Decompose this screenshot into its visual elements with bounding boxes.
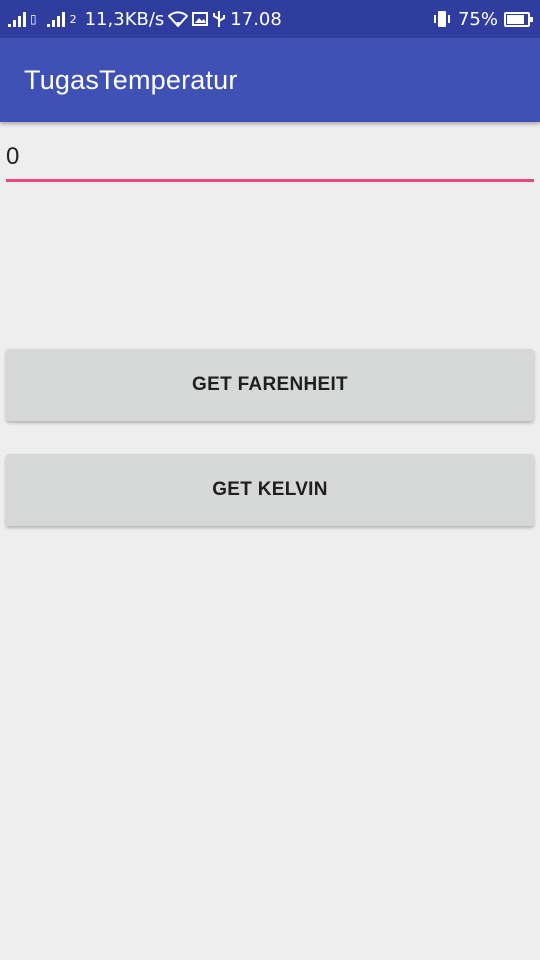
signal-icon xyxy=(46,11,65,27)
battery-icon xyxy=(504,11,533,27)
usb-icon xyxy=(212,10,226,28)
sim-number: 2 xyxy=(69,12,77,26)
temperature-input-container xyxy=(6,130,534,182)
get-kelvin-button[interactable]: GET KELVIN xyxy=(6,454,534,526)
status-bar: ▯ 2 11,3KB/s 17.08 75% xyxy=(0,0,540,38)
battery-percent: 75% xyxy=(457,8,498,30)
get-farenheit-button[interactable]: GET FARENHEIT xyxy=(6,349,534,421)
app-title: TugasTemperatur xyxy=(24,64,238,95)
vibrate-icon xyxy=(432,10,452,28)
app-bar: TugasTemperatur xyxy=(0,38,540,122)
signal-icon xyxy=(8,11,26,27)
wifi-icon xyxy=(168,11,189,27)
network-speed: 11,3KB/s xyxy=(84,8,165,30)
temperature-input[interactable] xyxy=(6,130,534,179)
sim-icon: ▯ xyxy=(30,12,37,26)
image-icon xyxy=(192,11,209,27)
clock: 17.08 xyxy=(230,8,282,30)
